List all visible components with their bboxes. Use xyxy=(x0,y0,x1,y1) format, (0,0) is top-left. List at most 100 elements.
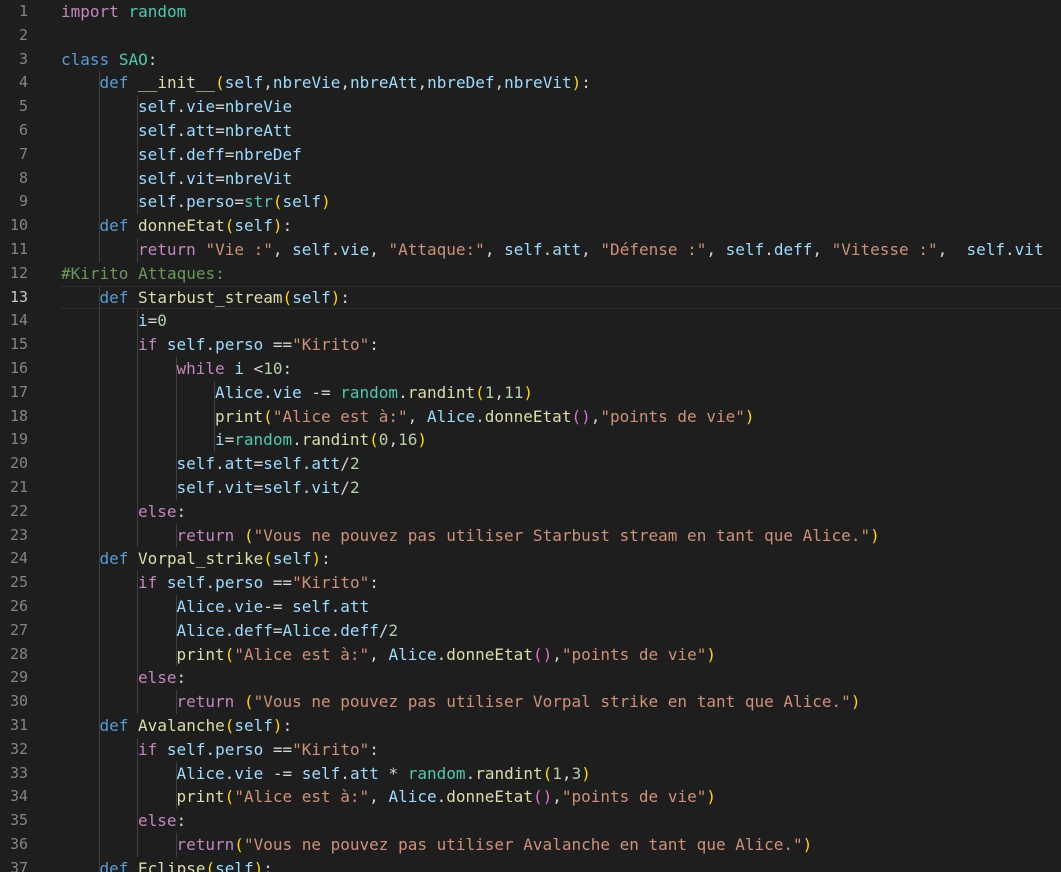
code-token: self xyxy=(138,97,177,117)
indent-guide xyxy=(137,642,138,667)
code-token: Alice xyxy=(388,644,437,664)
code-line[interactable]: 36 return("Vous ne pouvez pas utiliser Av… xyxy=(0,832,1061,857)
code-editor[interactable]: 1 import random 2 3 class SAO: 4 def __init__(… xyxy=(0,0,1061,872)
line-number: 14 xyxy=(9,311,28,330)
code-line[interactable]: 23 return ("Vous ne pouvez pas utiliser S… xyxy=(0,523,1061,548)
code-line[interactable]: 15 if self.perso =="Kirito": xyxy=(0,333,1061,357)
line-number: 21 xyxy=(9,477,28,496)
code-token: "Vous ne pouvez pas utiliser Vorpal stri… xyxy=(253,692,851,712)
code-line[interactable]: 8 self.vit=nbreVit xyxy=(0,166,1061,191)
code-line[interactable]: 16 while i <10: xyxy=(0,356,1061,381)
code-token: self xyxy=(504,239,543,259)
code-token: () xyxy=(571,406,591,426)
code-token: self xyxy=(176,454,216,474)
code-line[interactable]: 3 class SAO: xyxy=(0,48,1061,72)
indent-guide xyxy=(98,666,100,691)
code-line[interactable]: 25 if self.perso =="Kirito": xyxy=(0,571,1061,595)
code-token: , xyxy=(812,239,832,259)
code-line[interactable]: 35 else: xyxy=(0,809,1061,833)
code-line[interactable]: 1 import random xyxy=(0,0,1061,24)
code-line[interactable]: 10 def donneEtat(self): xyxy=(0,214,1061,238)
code-token: -= xyxy=(311,382,331,402)
code-token: while xyxy=(176,358,225,378)
code-text: else: xyxy=(138,500,186,524)
code-token: Alice xyxy=(282,620,331,640)
code-token: , xyxy=(561,763,572,783)
code-token: "Vous ne pouvez pas utiliser Avalanche e… xyxy=(243,834,803,854)
code-line[interactable]: 9 self.perso=str(self) xyxy=(0,190,1061,215)
line-number: 19 xyxy=(9,430,28,449)
code-line[interactable]: 27 Alice.deff=Alice.deff/2 xyxy=(0,618,1061,643)
code-token: : xyxy=(340,287,350,307)
code-line[interactable]: 5 self.vie=nbreVie xyxy=(0,95,1061,119)
code-token: < xyxy=(253,358,264,378)
code-token: nbreAtt xyxy=(350,73,418,93)
code-token: ( xyxy=(234,834,244,854)
code-token: print xyxy=(215,406,264,426)
line-number: 23 xyxy=(9,525,28,544)
code-token: . xyxy=(224,596,235,616)
code-line[interactable]: 34 print("Alice est à:", Alice.donneEtat(… xyxy=(0,785,1061,810)
code-token: ) xyxy=(253,858,264,872)
code-line[interactable]: 19 i=random.randint(0,16) xyxy=(0,428,1061,453)
code-text: self.att=nbreAtt xyxy=(138,119,292,143)
code-token: ) xyxy=(330,287,341,307)
indent-guide xyxy=(175,428,177,453)
code-token: att xyxy=(224,454,254,474)
indent-guide xyxy=(98,832,100,857)
code-line[interactable]: 18 print("Alice est à:", Alice.donneEtat(… xyxy=(0,404,1061,429)
code-token: i xyxy=(138,311,148,331)
code-line[interactable]: 2 xyxy=(0,24,1061,48)
code-token: 10 xyxy=(263,358,283,378)
code-token: = xyxy=(234,192,244,212)
code-token: self xyxy=(176,477,216,497)
code-line[interactable]: 6 self.att=nbreAtt xyxy=(0,118,1061,143)
code-line[interactable]: 12 #Kirito Attaques: xyxy=(0,262,1061,286)
code-text: return ("Vous ne pouvez pas utiliser Vor… xyxy=(177,690,861,714)
code-line[interactable]: 30 return ("Vous ne pouvez pas utiliser V… xyxy=(0,690,1061,714)
indent-guide xyxy=(98,166,100,191)
code-line[interactable]: 37 def Eclipse(self): xyxy=(0,856,1061,872)
code-token: deff xyxy=(340,620,379,640)
code-token: self xyxy=(166,573,206,593)
code-line[interactable]: 28 print("Alice est à:", Alice.donneEtat(… xyxy=(0,642,1061,667)
code-line[interactable]: 31 def Avalanche(self): xyxy=(0,713,1061,738)
code-token: class xyxy=(61,49,110,69)
code-token: nbreDef xyxy=(427,73,495,93)
code-line[interactable]: 32 if self.perso =="Kirito": xyxy=(0,737,1061,762)
code-token: self xyxy=(272,549,312,569)
code-line[interactable]: 33 Alice.vie -= self.att * random.randint… xyxy=(0,761,1061,786)
code-line[interactable]: 21 self.vit=self.vit/2 xyxy=(0,475,1061,500)
code-line[interactable]: 11 return "Vie :", self.vie, "Attaque:", … xyxy=(0,237,1061,262)
code-line[interactable]: 24 def Vorpal_strike(self): xyxy=(0,547,1061,572)
code-text: def Avalanche(self): xyxy=(100,714,293,738)
code-token: deff xyxy=(234,620,273,640)
code-line[interactable]: 26 Alice.vie-= self.att xyxy=(0,594,1061,619)
code-token: 2 xyxy=(349,454,360,474)
code-token: Alice xyxy=(388,787,437,807)
code-token: self xyxy=(282,192,322,212)
code-token: "Attaque:" xyxy=(388,239,485,259)
code-token: ) xyxy=(321,192,331,212)
code-token: . xyxy=(542,239,553,259)
code-line[interactable]: 4 def __init__(self,nbreVie,nbreAtt,nbreD… xyxy=(0,71,1061,96)
line-number: 7 xyxy=(18,144,28,163)
code-line[interactable]: 20 self.att=self.att/2 xyxy=(0,452,1061,476)
code-line[interactable]: 7 self.deff=nbreDef xyxy=(0,142,1061,167)
code-line[interactable]: 29 else: xyxy=(0,666,1061,691)
code-token: . xyxy=(301,477,312,497)
code-line[interactable]: 17 Alice.vie -= random.randint(1,11) xyxy=(0,380,1061,405)
code-line[interactable]: 13 def Starbust_stream(self): xyxy=(0,285,1061,310)
line-number: 15 xyxy=(9,335,28,354)
code-text: Alice.vie-= self.att xyxy=(177,595,370,619)
code-token: def xyxy=(99,858,129,872)
code-line[interactable]: 14 i=0 xyxy=(0,309,1061,334)
code-line[interactable]: 22 else: xyxy=(0,499,1061,524)
code-token: if xyxy=(138,573,158,593)
